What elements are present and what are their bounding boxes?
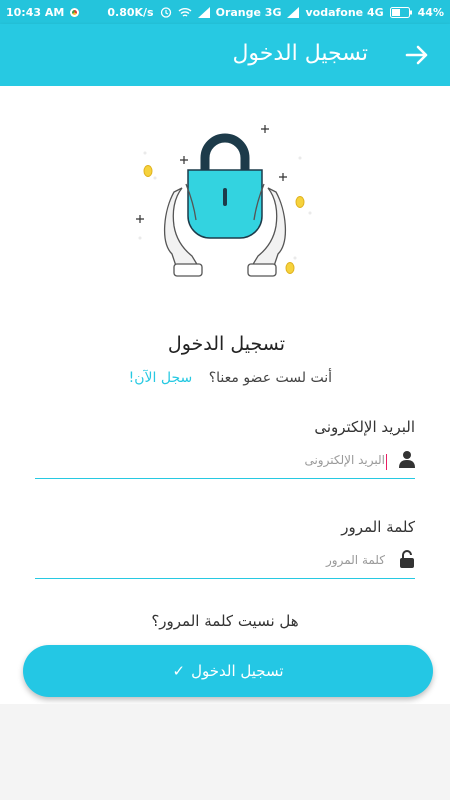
network-speed: 0.80K/s [107, 5, 154, 19]
login-button-label: تسجيل الدخول [191, 662, 284, 680]
signal-icon-1 [197, 6, 210, 18]
not-member-text: أنت لست عضو معنا؟ [208, 370, 332, 386]
status-time: 10:43 AM [6, 5, 65, 19]
email-label: البريد الإلكترونى [314, 418, 415, 436]
status-bar: 10:43 AM 0.80K/s Orange 3G vodafone 4G 4… [0, 0, 450, 24]
login-button[interactable]: تسجيل الدخول ✓ [23, 645, 433, 697]
password-label: كلمة المرور [341, 518, 415, 536]
email-field[interactable] [35, 448, 415, 479]
chrome-notification-icon [70, 7, 80, 17]
page-heading: تسجيل الدخول [167, 333, 285, 355]
wifi-icon [178, 7, 192, 17]
signal-icon-2 [287, 6, 300, 18]
email-input[interactable] [83, 452, 387, 468]
lock-hands-illustration [136, 125, 312, 277]
arrow-right-icon[interactable] [404, 42, 430, 68]
carrier-1: Orange 3G [215, 5, 282, 19]
battery-icon [389, 6, 412, 18]
signup-link[interactable]: سجل الآن! [129, 370, 193, 386]
password-input[interactable] [83, 552, 387, 568]
battery-level: 44% [417, 5, 444, 19]
user-icon [399, 451, 415, 468]
signup-prompt: أنت لست عضو معنا؟ سجل الآن! [129, 370, 332, 386]
password-field[interactable] [35, 548, 415, 579]
check-icon: ✓ [172, 662, 186, 680]
app-toolbar: تسجيل الدخول [0, 24, 450, 86]
carrier-2: vodafone 4G [305, 5, 384, 19]
toolbar-title: تسجيل الدخول [232, 41, 368, 66]
unlock-icon [400, 550, 414, 568]
bottom-area [0, 704, 450, 800]
forgot-password-link[interactable]: هل نسيت كلمة المرور؟ [0, 612, 450, 630]
alarm-icon [160, 7, 171, 18]
